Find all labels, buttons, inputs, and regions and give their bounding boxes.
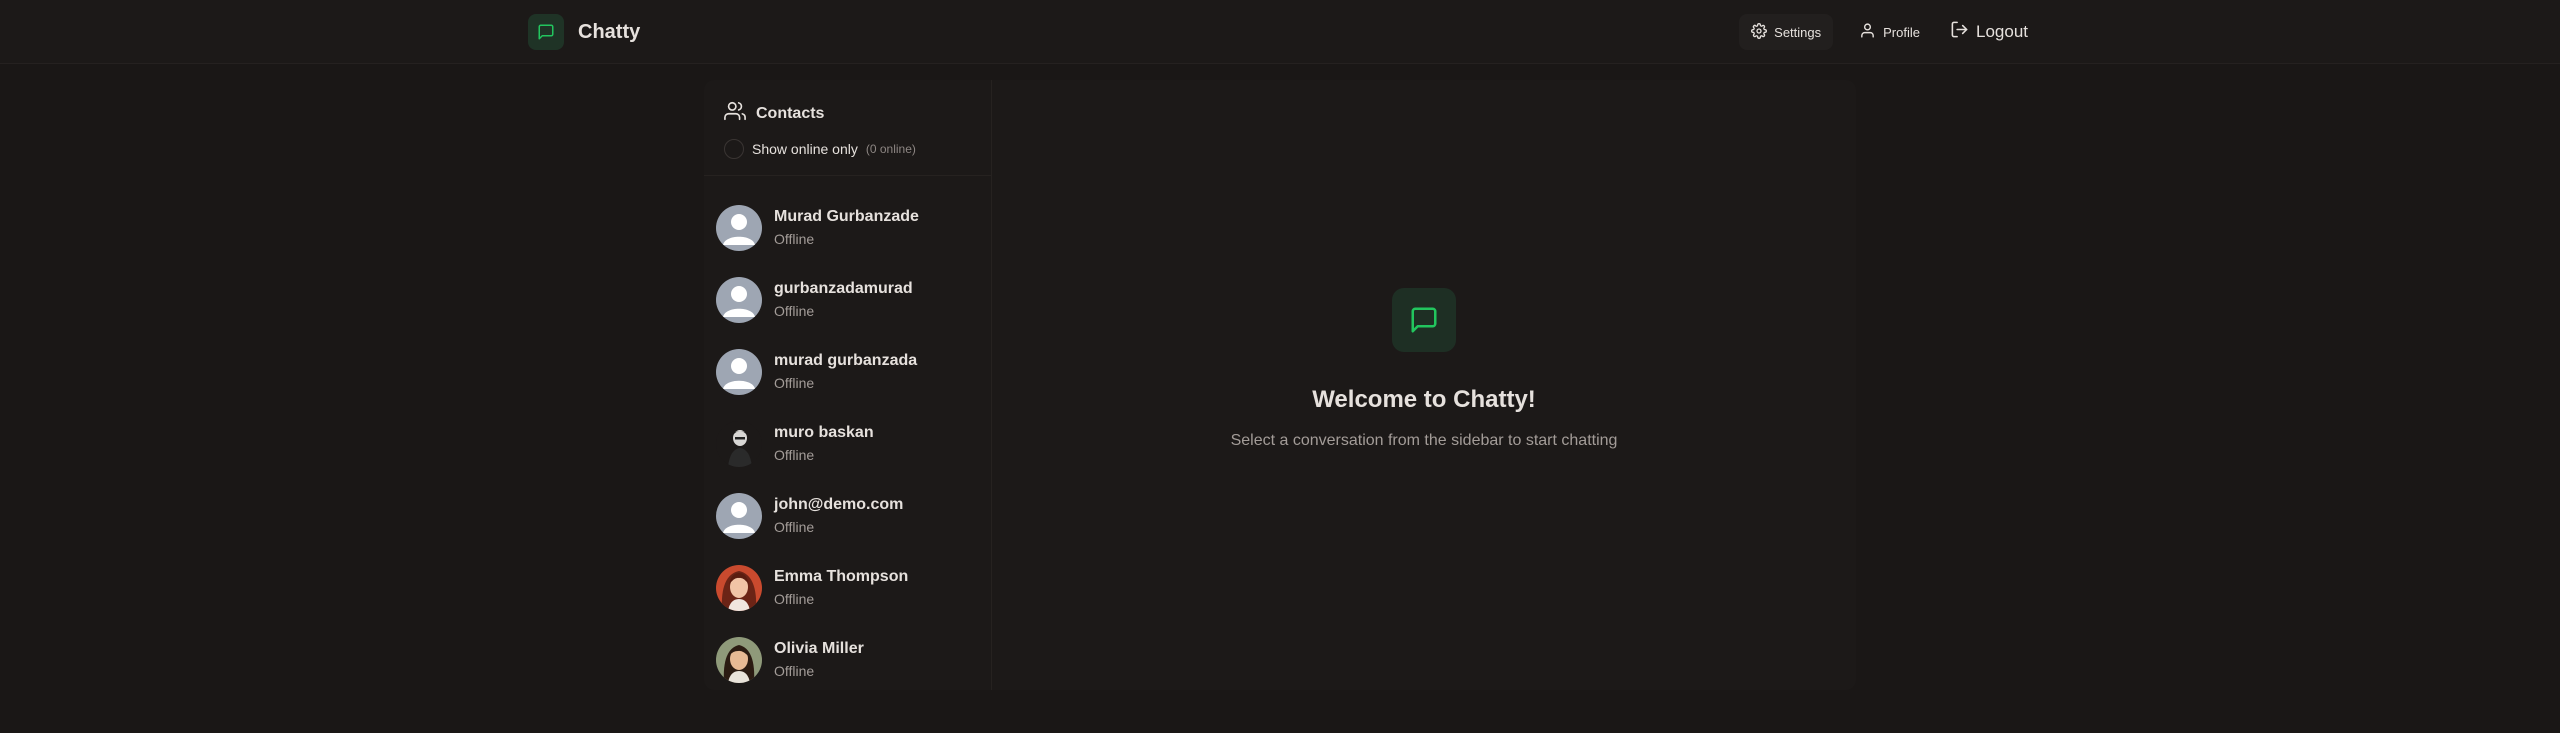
contact-status: Offline — [774, 519, 815, 535]
gear-icon — [1751, 22, 1768, 42]
contact-name: Olivia Miller — [774, 640, 864, 657]
contact-status: Offline — [774, 663, 815, 679]
welcome-panel: Welcome to Chatty! Select a conversation… — [992, 80, 1856, 690]
contact-list: Murad Gurbanzade Offline gurbanzadamurad… — [704, 176, 991, 690]
chat-container: Contacts Show online only (0 online) Mur… — [704, 80, 1856, 690]
contact-status: Offline — [774, 303, 815, 319]
chat-bubble-icon — [1392, 288, 1456, 352]
users-icon — [724, 100, 746, 127]
user-icon — [1859, 22, 1876, 42]
sidebar-header: Contacts Show online only (0 online) — [704, 80, 991, 176]
top-navbar: Chatty Settings Profile Logout — [0, 0, 2560, 64]
chat-bubble-icon — [528, 14, 564, 50]
brand-link[interactable]: Chatty — [528, 14, 640, 50]
logout-button[interactable]: Logout — [1946, 14, 2032, 50]
app-name: Chatty — [578, 20, 641, 43]
nav-actions: Settings Profile Logout — [1739, 14, 2032, 50]
show-online-label[interactable]: Show online only — [752, 141, 858, 157]
contact-item[interactable]: muro baskan Offline — [704, 408, 991, 480]
contact-name: Emma Thompson — [774, 568, 909, 585]
contact-status: Offline — [774, 375, 815, 391]
contact-status: Offline — [774, 591, 815, 607]
default-avatar — [716, 277, 762, 323]
settings-label: Settings — [1774, 24, 1822, 40]
contact-name: john@demo.com — [774, 496, 904, 513]
contact-item[interactable]: Murad Gurbanzade Offline — [704, 192, 991, 264]
contacts-sidebar: Contacts Show online only (0 online) Mur… — [704, 80, 992, 690]
default-avatar — [716, 349, 762, 395]
contact-item[interactable]: Olivia Miller Offline — [704, 624, 991, 690]
show-online-checkbox[interactable] — [724, 139, 744, 159]
welcome-subtitle: Select a conversation from the sidebar t… — [1230, 432, 1618, 449]
contact-item[interactable]: gurbanzadamurad Offline — [704, 264, 991, 336]
contact-name: Murad Gurbanzade — [774, 208, 919, 225]
online-count: (0 online) — [865, 142, 916, 156]
logout-label: Logout — [1976, 22, 2028, 41]
contact-item[interactable]: murad gurbanzada Offline — [704, 336, 991, 408]
default-avatar — [716, 205, 762, 251]
contact-status: Offline — [774, 447, 815, 463]
contact-item[interactable]: john@demo.com Offline — [704, 480, 991, 552]
contact-item[interactable]: Emma Thompson Offline — [704, 552, 991, 624]
contacts-heading: Contacts — [724, 100, 971, 127]
photo-avatar — [716, 565, 762, 611]
logout-icon — [1950, 20, 1969, 44]
contact-name: gurbanzadamurad — [774, 280, 913, 297]
default-avatar — [716, 493, 762, 539]
profile-button[interactable]: Profile — [1847, 14, 1932, 50]
contact-name: murad gurbanzada — [774, 352, 918, 369]
online-filter: Show online only (0 online) — [724, 139, 971, 159]
contact-name: muro baskan — [774, 424, 874, 441]
contacts-title: Contacts — [756, 104, 825, 122]
contact-status: Offline — [774, 231, 815, 247]
settings-button[interactable]: Settings — [1739, 14, 1834, 50]
profile-label: Profile — [1883, 24, 1920, 40]
photo-avatar — [716, 421, 762, 467]
photo-avatar — [716, 637, 762, 683]
welcome-title: Welcome to Chatty! — [1312, 386, 1536, 413]
